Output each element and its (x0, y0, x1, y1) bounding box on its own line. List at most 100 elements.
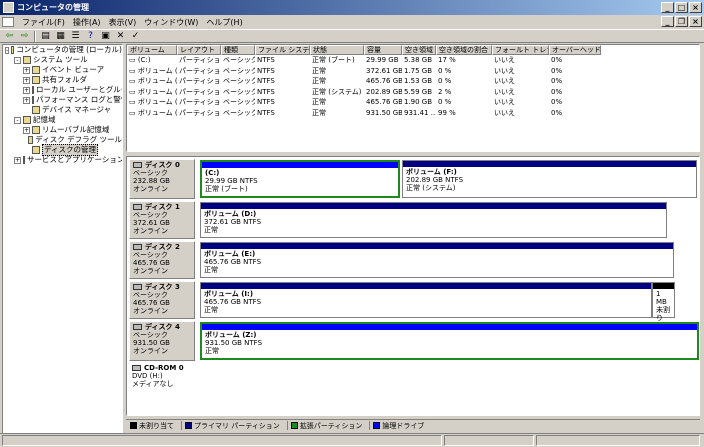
legend-label: プライマリ パーティション (194, 421, 280, 430)
table-row[interactable]: ▭ ボリューム (I:)パーティションベーシックNTFS 正常 465.76 GB1… (127, 97, 699, 108)
partition-block[interactable]: ボリューム (Z:) 931.50 GB NTFS 正常 (200, 322, 699, 360)
collapse-icon[interactable]: - (14, 56, 21, 64)
tree-item[interactable]: - システム ツール (3, 55, 122, 65)
mdi-close-button[interactable]: × (689, 16, 702, 27)
mdi-restore-button[interactable]: ❐ (675, 16, 688, 27)
table-cell: 465.76 GB (366, 98, 402, 106)
table-row[interactable]: ▭ ボリューム (D:)パーティションベーシックNTFS 正常 372.61 GB1… (127, 66, 699, 77)
column-header[interactable]: フォールト トレランス (492, 45, 549, 55)
tree-item-label: 共有フォルダ (42, 75, 87, 84)
table-row[interactable]: ▭ ボリューム (E:)パーティションベーシックNTFS 正常 465.76 GB1… (127, 76, 699, 87)
tree-node-icon (32, 76, 40, 84)
table-cell: ベーシック (223, 108, 255, 117)
delete-icon[interactable]: ✕ (115, 31, 126, 42)
partition-block[interactable]: ボリューム (D:) 372.61 GB NTFS 正常 (200, 202, 667, 238)
tree-item-label: 記憶域 (33, 115, 56, 124)
expand-icon[interactable]: + (23, 86, 30, 94)
tree-item[interactable]: + ローカル ユーザーとグループ (3, 85, 122, 95)
tree-item[interactable]: ディスクの管理 (3, 144, 122, 156)
tree-node-icon (32, 146, 40, 154)
tree-item[interactable]: デバイス マネージャ (3, 105, 122, 115)
tree-node-icon (23, 56, 31, 64)
partition-block[interactable]: ボリューム (E:) 465.76 GB NTFS 正常 (200, 242, 674, 278)
column-header[interactable]: ボリューム (127, 45, 177, 55)
check-icon[interactable]: ✓ (130, 31, 141, 42)
legend-item: 論理ドライブ (373, 421, 424, 431)
title-bar[interactable]: コンピュータの管理 _ □ × (0, 0, 704, 15)
column-header[interactable]: レイアウト (177, 45, 221, 55)
partition-detail: 372.61 GB NTFS (204, 218, 262, 226)
table-cell: 0 % (438, 77, 452, 85)
tree-item[interactable]: + リムーバブル記憶域 (3, 125, 122, 135)
volume-list-header: ボリュームレイアウト種類ファイル システム状態容量空き領域空き領域の割合フォール… (127, 45, 699, 55)
tree-item[interactable]: + パフォーマンス ログと警告 (3, 95, 122, 105)
partition-detail: 465.76 GB NTFS (204, 258, 262, 266)
up-folder-icon[interactable]: ▤ (40, 31, 51, 42)
table-cell: 931.41 ... (404, 108, 436, 117)
forward-icon[interactable]: ⇨ (19, 31, 30, 42)
partition-block[interactable]: ボリューム (I:) 465.76 GB NTFS 正常 (200, 282, 652, 318)
menu-window[interactable]: ウィンドウ(W) (140, 17, 202, 28)
close-button[interactable]: × (689, 2, 702, 13)
table-cell: 正常 (システム) (312, 87, 362, 96)
disk-row: ディスク 1 ベーシック 372.61 GB オンライン ボリューム (D:) 372.6… (129, 201, 697, 239)
volume-list: ボリュームレイアウト種類ファイル システム状態容量空き領域空き領域の割合フォール… (126, 44, 700, 152)
help-icon[interactable]: ? (85, 31, 96, 42)
column-header[interactable]: 空き領域 (402, 45, 436, 55)
collapse-icon[interactable]: - (14, 116, 21, 124)
disk-label[interactable]: ディスク 3 ベーシック 465.76 GB オンライン (129, 281, 195, 319)
expand-icon[interactable]: + (23, 66, 30, 74)
minimize-button[interactable]: _ (661, 2, 674, 13)
expand-icon[interactable]: + (14, 156, 21, 164)
table-cell: 29.99 GB (366, 56, 399, 64)
table-cell: 0% (551, 77, 563, 85)
disk-label[interactable]: ディスク 0 ベーシック 232.88 GB オンライン (129, 159, 195, 199)
column-header[interactable]: 種類 (221, 45, 255, 55)
show-tree-icon[interactable]: ▦ (55, 31, 66, 42)
legend-swatch (185, 422, 192, 429)
menu-action[interactable]: 操作(A) (69, 17, 105, 28)
console-icon[interactable]: ▣ (100, 31, 111, 42)
column-header[interactable]: オーバーヘッド (549, 45, 601, 55)
partition-block[interactable]: (C:) 29.99 GB NTFS 正常 (ブート) (200, 160, 400, 198)
cdrom-icon (132, 365, 141, 371)
partition-block[interactable]: 1 MB 未割り (652, 282, 675, 322)
disk-label[interactable]: ディスク 2 ベーシック 465.76 GB オンライン (129, 241, 195, 279)
table-row[interactable]: ▭ ボリューム (Z:)パーティションベーシックNTFS正常931.50 GB9… (127, 108, 699, 119)
table-cell: 5.38 GB (404, 56, 433, 64)
collapse-icon[interactable]: - (5, 46, 10, 54)
maximize-button[interactable]: □ (675, 2, 688, 13)
menu-view[interactable]: 表示(V) (105, 17, 141, 28)
disk-label[interactable]: ディスク 4 ベーシック 931.50 GB オンライン (129, 321, 195, 361)
partition-status: 正常 (204, 266, 218, 274)
table-row[interactable]: ▭ ボリューム (F:)パーティションベーシックNTFS 正常 (システム) 202… (127, 87, 699, 98)
disk-name: CD-ROM 0 (132, 364, 192, 372)
disk-label[interactable]: CD-ROM 0 DVD (H:) メディアなし (129, 363, 195, 401)
tree-item[interactable]: + イベント ビューア (3, 65, 122, 75)
back-icon[interactable]: ⇦ (4, 31, 15, 42)
column-header[interactable]: 容量 (364, 45, 402, 55)
expand-icon[interactable]: + (23, 96, 30, 104)
table-row[interactable]: ▭ (C:) パーティションベーシックNTFS 正常 (ブート) 29.99 GB 5.… (127, 55, 699, 66)
column-header[interactable]: 状態 (310, 45, 364, 55)
mdi-window-icon[interactable] (2, 17, 14, 27)
tree-item[interactable]: + サービスとアプリケーション (3, 155, 122, 165)
table-cell: 正常 (312, 66, 326, 75)
tree-item-label: ローカル ユーザーとグループ (36, 85, 122, 94)
status-pane (444, 435, 534, 446)
menu-help[interactable]: ヘルプ(H) (202, 17, 246, 28)
partition-block[interactable]: ボリューム (F:) 202.89 GB NTFS 正常 (システム) (402, 160, 697, 198)
column-header[interactable]: ファイル システム (255, 45, 310, 55)
tree-item[interactable]: - 記憶域 (3, 115, 122, 125)
properties-icon[interactable]: ☰ (70, 31, 81, 42)
tree-item[interactable]: - コンピュータの管理 (ローカル) (3, 45, 122, 55)
tree-item[interactable]: + 共有フォルダ (3, 75, 122, 85)
expand-icon[interactable]: + (23, 76, 30, 84)
column-header[interactable]: 空き領域の割合 (436, 45, 492, 55)
menu-file[interactable]: ファイル(F) (18, 17, 69, 28)
disk-status: メディアなし (132, 380, 174, 388)
disk-label[interactable]: ディスク 1 ベーシック 372.61 GB オンライン (129, 201, 195, 239)
computer-management-icon (3, 2, 14, 13)
mdi-minimize-button[interactable]: _ (661, 16, 674, 27)
expand-icon[interactable]: + (23, 126, 30, 134)
